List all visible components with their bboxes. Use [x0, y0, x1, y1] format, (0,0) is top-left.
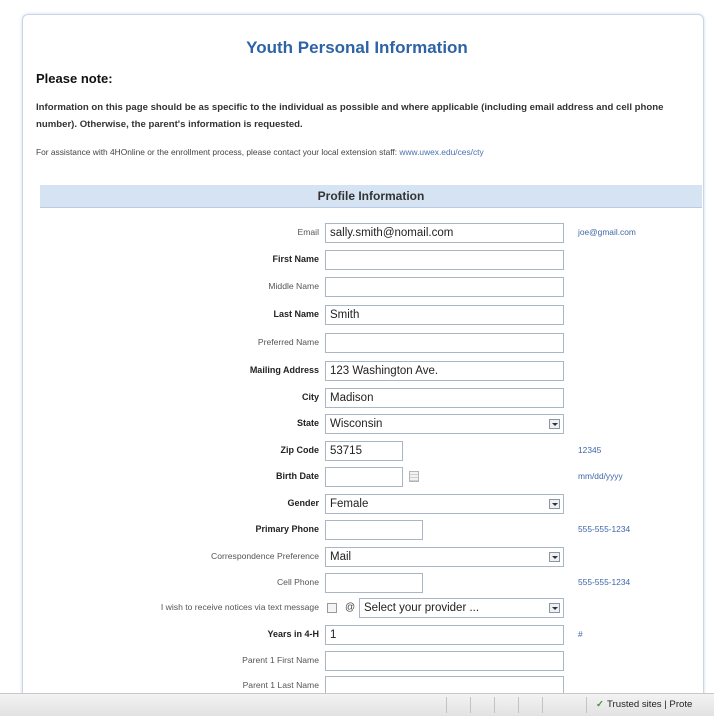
status-divider: [586, 697, 587, 713]
email-input[interactable]: sally.smith@nomail.com: [325, 223, 564, 243]
note-heading: Please note:: [36, 71, 113, 86]
correspondence-row: Correspondence Preference Mail: [0, 547, 714, 569]
parent1-first-row: Parent 1 First Name: [0, 651, 714, 673]
correspondence-select-value: Mail: [330, 551, 352, 563]
middle-name-input[interactable]: [325, 277, 564, 297]
cell-phone-row: Cell Phone 555-555-1234: [0, 573, 714, 595]
email-row: Email sally.smith@nomail.com joe@gmail.c…: [0, 223, 714, 245]
city-row: City Madison: [0, 388, 714, 410]
city-input[interactable]: Madison: [325, 388, 564, 408]
years-4h-row: Years in 4-H 1 #: [0, 625, 714, 647]
cell-phone-label: Cell Phone: [276, 577, 319, 587]
first-name-row: First Name: [0, 250, 714, 272]
email-label: Email: [297, 227, 320, 237]
status-divider: [446, 697, 447, 713]
years-4h-label: Years in 4-H: [267, 629, 319, 639]
text-notice-checkbox[interactable]: [327, 603, 337, 613]
last-name-label: Last Name: [273, 309, 319, 319]
preferred-name-input[interactable]: [325, 333, 564, 353]
primary-phone-hint: 555-555-1234: [578, 524, 631, 534]
chevron-down-icon[interactable]: [549, 499, 560, 509]
primary-phone-label: Primary Phone: [255, 524, 319, 534]
security-zone-label: Trusted sites | Prote: [607, 699, 693, 710]
email-hint: joe@gmail.com: [578, 227, 636, 237]
correspondence-label: Correspondence Preference: [211, 551, 319, 561]
status-divider: [518, 697, 519, 713]
zip-label: Zip Code: [280, 445, 320, 455]
gender-label: Gender: [287, 498, 319, 508]
status-bar: ✓ Trusted sites | Prote: [0, 693, 714, 716]
primary-phone-input[interactable]: [325, 520, 423, 540]
state-select-value: Wisconsin: [330, 418, 383, 430]
zip-input[interactable]: 53715: [325, 441, 403, 461]
middle-name-row: Middle Name: [0, 277, 714, 299]
chevron-down-icon[interactable]: [549, 603, 560, 613]
state-row: State Wisconsin: [0, 414, 714, 436]
cell-phone-hint: 555-555-1234: [578, 577, 631, 587]
note-text: Information on this page should be as sp…: [36, 102, 664, 130]
provider-select-value: Select your provider ...: [364, 602, 480, 614]
status-divider: [542, 697, 543, 713]
first-name-input[interactable]: [325, 250, 564, 270]
preferred-name-row: Preferred Name: [0, 333, 714, 355]
checkmark-icon: ✓: [596, 699, 605, 710]
at-sign: @: [345, 602, 356, 613]
page-title: Youth Personal Information: [246, 38, 468, 57]
state-label: State: [296, 418, 319, 428]
security-zone[interactable]: ✓ Trusted sites | Prote: [596, 699, 692, 710]
gender-select[interactable]: Female: [325, 494, 564, 514]
zip-hint: 12345: [578, 445, 602, 455]
birth-date-label: Birth Date: [275, 471, 319, 481]
city-label: City: [301, 392, 319, 402]
birth-date-row: Birth Date mm/dd/yyyy: [0, 467, 714, 489]
cell-phone-input[interactable]: [325, 573, 423, 593]
preferred-name-label: Preferred Name: [257, 337, 319, 347]
primary-phone-row: Primary Phone 555-555-1234: [0, 520, 714, 542]
chevron-down-icon[interactable]: [549, 552, 560, 562]
birth-date-hint: mm/dd/yyyy: [578, 471, 623, 481]
state-select[interactable]: Wisconsin: [325, 414, 564, 434]
assistance-text: For assistance with 4HOnline or the enro…: [36, 147, 484, 157]
parent1-first-label: Parent 1 First Name: [242, 655, 319, 665]
status-divider: [494, 697, 495, 713]
years-4h-hint: #: [578, 629, 583, 639]
chevron-down-icon[interactable]: [549, 419, 560, 429]
birth-date-input[interactable]: [325, 467, 403, 487]
assistance-label: For assistance with 4HOnline or the enro…: [36, 147, 398, 157]
text-notice-row: I wish to receive notices via text messa…: [0, 598, 714, 620]
profile-section-header: Profile Information: [40, 185, 702, 208]
parent1-first-input[interactable]: [325, 651, 564, 671]
last-name-row: Last Name Smith: [0, 305, 714, 327]
first-name-label: First Name: [272, 254, 319, 264]
gender-row: Gender Female: [0, 494, 714, 516]
mailing-address-input[interactable]: 123 Washington Ave.: [325, 361, 564, 381]
middle-name-label: Middle Name: [268, 281, 319, 291]
text-notice-label: I wish to receive notices via text messa…: [160, 602, 319, 612]
correspondence-select[interactable]: Mail: [325, 547, 564, 567]
gender-select-value: Female: [330, 498, 369, 510]
last-name-input[interactable]: Smith: [325, 305, 564, 325]
calendar-icon[interactable]: [409, 471, 419, 482]
extension-link[interactable]: www.uwex.edu/ces/cty: [399, 147, 483, 157]
status-divider: [470, 697, 471, 713]
mailing-address-row: Mailing Address 123 Washington Ave.: [0, 361, 714, 383]
provider-select[interactable]: Select your provider ...: [359, 598, 564, 618]
mailing-address-label: Mailing Address: [249, 365, 319, 375]
parent1-last-label: Parent 1 Last Name: [242, 680, 319, 690]
years-4h-input[interactable]: 1: [325, 625, 564, 645]
zip-row: Zip Code 53715 12345: [0, 441, 714, 463]
